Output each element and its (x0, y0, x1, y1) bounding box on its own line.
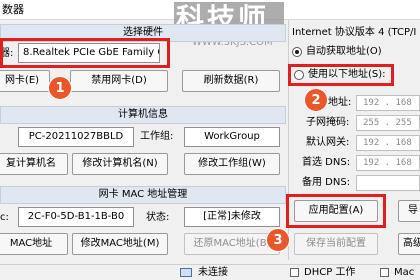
modify-mac-button[interactable]: 修改MAC地址(M) (72, 233, 168, 255)
manual-address-radio[interactable] (294, 70, 304, 80)
copy-mac-button[interactable]: MAC地址 (0, 233, 68, 255)
mac-status-label: 状态: (146, 212, 170, 223)
alternate-dns-field[interactable] (356, 175, 420, 191)
import-button[interactable]: 导 (398, 200, 420, 222)
dhcp-status: DHCP 工作 (304, 267, 356, 278)
subnet-mask-label: 子网掩码: (306, 117, 350, 128)
refresh-data-button[interactable]: 刷新数据(R) (182, 70, 280, 92)
apply-config-button[interactable]: 应用配置(A) (294, 200, 378, 222)
auto-address-radio[interactable] (292, 47, 302, 57)
mac-label: c: (0, 212, 9, 223)
preferred-dns-label: 首选 DNS: (302, 157, 351, 168)
advanced-button[interactable]: 高级 (398, 233, 420, 255)
workgroup-field[interactable]: WorkGroup (184, 127, 280, 147)
default-gateway-label: 默认网关: (306, 137, 350, 148)
step-marker-2: 2 (304, 88, 328, 112)
ipv4-header: Internet 协议版本 4 (TCP/I (292, 27, 417, 38)
default-gateway-field[interactable]: 192 . 168 . (356, 135, 420, 151)
step-marker-3: 3 (266, 228, 290, 252)
computer-name-field[interactable]: PC-20211027BBLD (18, 127, 134, 147)
adapter-highlight-box (0, 38, 170, 68)
workgroup-label: 工作组: (140, 131, 174, 142)
window-title: 数器 (2, 3, 24, 16)
save-config-button: 保存当前配置 (294, 233, 378, 255)
copy-computer-name-button[interactable]: 复计算机名 (0, 153, 68, 175)
mac-status-icon (380, 268, 389, 277)
enable-adapter-button[interactable]: 网卡(E) (0, 70, 50, 92)
mac-status: Mac (394, 267, 415, 278)
step-marker-1: 1 (48, 76, 72, 100)
auto-address-label: 自动获取地址(O) (306, 46, 382, 57)
modify-computer-name-button[interactable]: 修改计算机名(N) (72, 153, 168, 175)
mac-section-header: 网卡 MAC 地址管理 (0, 186, 286, 204)
mac-address-field[interactable]: 2C-F0-5D-B1-1B-B0 (18, 207, 134, 227)
ip-address-label: 地址: (328, 97, 352, 108)
ip-address-field[interactable]: 192 . 168 . (356, 95, 420, 111)
manual-address-label: 使用以下地址(S): (308, 69, 386, 80)
subnet-mask-field[interactable]: 255 . 255 . (356, 115, 420, 131)
mac-status-field: [正常]未修改 (184, 207, 280, 227)
connection-status: 未连接 (198, 267, 228, 278)
alternate-dns-label: 备用 DNS: (302, 177, 351, 188)
network-icon (180, 268, 192, 277)
preferred-dns-field[interactable]: 192 . 168 . (356, 155, 420, 171)
computer-section-header: 计算机信息 (0, 106, 286, 124)
dhcp-status-icon (290, 268, 299, 277)
modify-workgroup-button[interactable]: 修改工作组(W) (184, 153, 280, 175)
disable-adapter-button[interactable]: 禁用网卡(D) (70, 70, 168, 92)
